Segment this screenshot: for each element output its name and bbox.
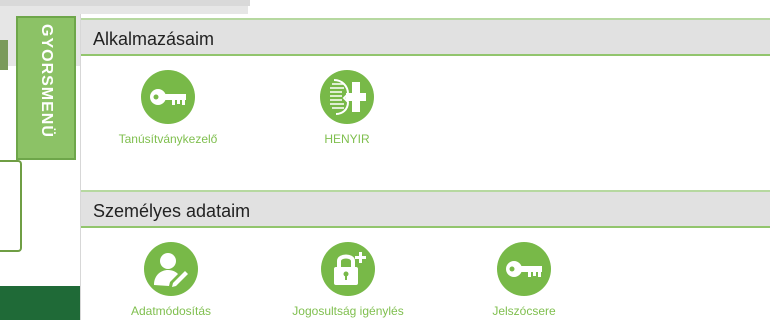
quick-menu-label: GYORSMENÜ bbox=[38, 24, 55, 138]
app-label[interactable]: HENYIR bbox=[262, 132, 432, 146]
quick-menu-panel: Alkalmazásaim Tanúsítványkezelő HENYIR S… bbox=[80, 14, 770, 320]
background-box bbox=[0, 160, 22, 252]
app-certificate-manager[interactable]: Tanúsítványkezelő bbox=[83, 70, 253, 146]
lock-plus-icon bbox=[321, 242, 375, 296]
app-label[interactable]: Adatmódosítás bbox=[86, 304, 256, 318]
app-henyir[interactable]: HENYIR bbox=[262, 70, 432, 146]
user-edit-icon bbox=[144, 242, 198, 296]
background-accent bbox=[0, 40, 8, 70]
app-label[interactable]: Tanúsítványkezelő bbox=[83, 132, 253, 146]
section-title: Személyes adataim bbox=[93, 201, 251, 221]
app-label[interactable]: Jogosultság igénylés bbox=[263, 304, 433, 318]
app-label[interactable]: Jelszócsere bbox=[439, 304, 609, 318]
app-permission-request[interactable]: Jogosultság igénylés bbox=[263, 242, 433, 318]
key-icon bbox=[497, 242, 551, 296]
app-password-change[interactable]: Jelszócsere bbox=[439, 242, 609, 318]
background-footer bbox=[0, 286, 80, 320]
app-data-modification[interactable]: Adatmódosítás bbox=[86, 242, 256, 318]
section-header-personal-data: Személyes adataim bbox=[81, 190, 770, 228]
key-icon bbox=[141, 70, 195, 124]
section-header-applications: Alkalmazásaim bbox=[81, 18, 770, 56]
henyir-logo-icon bbox=[320, 70, 374, 124]
section-title: Alkalmazásaim bbox=[93, 29, 215, 49]
quick-menu-tab[interactable]: GYORSMENÜ bbox=[16, 16, 76, 160]
